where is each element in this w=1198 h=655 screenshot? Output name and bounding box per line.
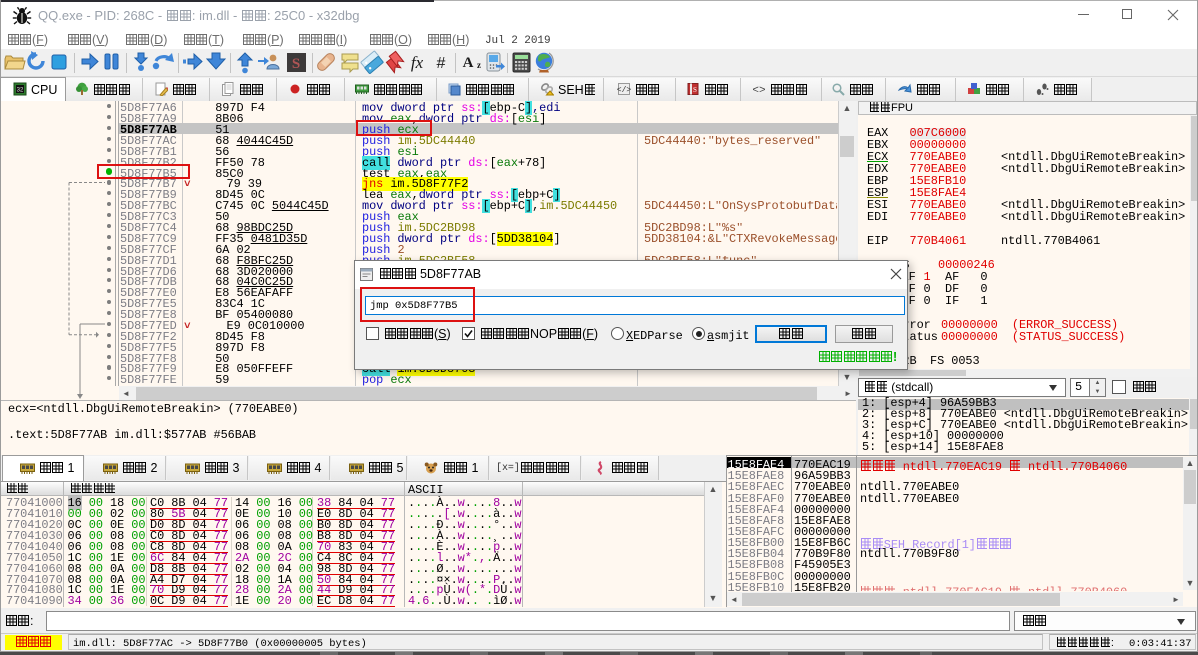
svg-text:fx: fx	[411, 53, 424, 72]
svg-text:#: #	[437, 55, 446, 72]
svg-text:</>: </>	[617, 86, 631, 95]
svg-text:<>: <>	[752, 85, 765, 96]
svg-text:S: S	[292, 56, 300, 72]
svg-text:A: A	[463, 55, 474, 71]
svg-text:S: S	[693, 86, 697, 94]
svg-text:32: 32	[17, 88, 24, 94]
svg-text:z: z	[477, 60, 481, 70]
